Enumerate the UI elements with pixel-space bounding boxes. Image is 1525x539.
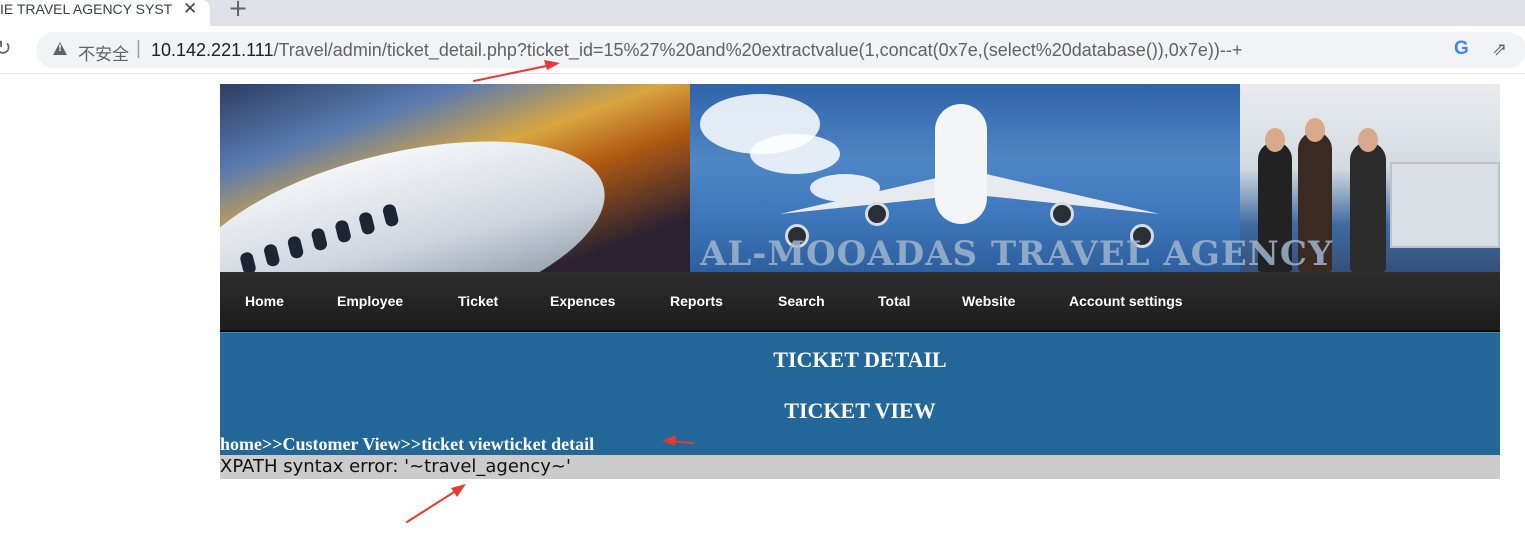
window-shape — [310, 227, 329, 252]
counter-shape — [1390, 162, 1500, 248]
nav-item-employee[interactable]: Employee — [337, 293, 403, 309]
browser-tab-strip: IE TRAVEL AGENCY SYST ✕ + — [0, 0, 1525, 26]
breadcrumb-separator: >> — [262, 434, 283, 454]
window-shape — [286, 235, 305, 260]
window-shape — [381, 203, 400, 228]
browser-toolbar: ↻ 不安全 | 10.142.221.111/Travel/admin/tick… — [0, 26, 1525, 74]
nav-item-ticket[interactable]: Ticket — [458, 293, 498, 309]
url-host: 10.142.221.111 — [151, 40, 274, 60]
breadcrumb-ticket-detail: ticket detail — [503, 434, 595, 454]
breadcrumb-separator: >> — [400, 434, 422, 454]
nav-item-website[interactable]: Website — [962, 293, 1015, 309]
error-message: XPATH syntax error: '~travel_agency~' — [220, 456, 571, 477]
person-head-shape — [1358, 128, 1378, 152]
person-head-shape — [1305, 118, 1325, 142]
nav-item-search[interactable]: Search — [778, 293, 825, 309]
close-icon[interactable]: ✕ — [183, 0, 197, 19]
page-container: AL-MOOADAS TRAVEL AGENCY Home Employee T… — [220, 84, 1500, 479]
banner-title: AL-MOOADAS TRAVEL AGENCY — [700, 234, 1334, 272]
person-head-shape — [1265, 128, 1285, 152]
header-banner: AL-MOOADAS TRAVEL AGENCY — [220, 84, 1500, 272]
airplane-body-shape — [935, 104, 987, 224]
breadcrumb-home[interactable]: home — [220, 434, 262, 454]
banner-photo-airplane-city — [220, 84, 690, 272]
window-shape — [334, 219, 353, 244]
url-text[interactable]: 10.142.221.111/Travel/admin/ticket_detai… — [151, 40, 1242, 61]
nav-item-total[interactable]: Total — [878, 293, 910, 309]
insecure-label[interactable]: 不安全 — [78, 40, 129, 65]
window-shape — [262, 243, 281, 268]
person-shape — [1350, 142, 1386, 272]
browser-tab[interactable]: IE TRAVEL AGENCY SYST ✕ — [0, 0, 210, 26]
annotation-arrowhead-error — [451, 484, 466, 497]
engine-shape — [865, 202, 889, 226]
url-separator: | — [136, 38, 141, 59]
share-icon[interactable]: ⇗ — [1492, 39, 1507, 60]
breadcrumb-customer-view[interactable]: Customer View — [283, 434, 401, 454]
new-tab-icon[interactable]: + — [228, 0, 248, 22]
page-title: TICKET DETAIL — [773, 347, 947, 372]
nav-item-home[interactable]: Home — [245, 293, 284, 309]
url-path: /Travel/admin/ticket_detail.php?ticket_i… — [273, 40, 1243, 60]
annotation-arrow-error — [406, 486, 463, 523]
breadcrumb: home>>Customer View>>ticket viewticket d… — [220, 434, 594, 455]
tab-title: IE TRAVEL AGENCY SYST — [0, 1, 173, 17]
nav-item-reports[interactable]: Reports — [670, 293, 723, 309]
google-icon[interactable]: G — [1454, 38, 1469, 60]
nav-item-account-settings[interactable]: Account settings — [1069, 293, 1183, 309]
error-output: XPATH syntax error: '~travel_agency~' — [220, 455, 1500, 479]
engine-shape — [1050, 202, 1074, 226]
window-shape — [357, 211, 376, 236]
content-panel: TICKET DETAIL TICKET VIEW home>>Customer… — [220, 332, 1500, 455]
section-title: TICKET VIEW — [784, 398, 936, 423]
nav-item-expences[interactable]: Expences — [550, 293, 615, 309]
window-shape — [239, 251, 257, 272]
reload-icon[interactable]: ↻ — [0, 36, 12, 60]
main-nav: Home Employee Ticket Expences Reports Se… — [220, 272, 1500, 332]
breadcrumb-ticket-view[interactable]: ticket view — [421, 434, 503, 454]
address-bar[interactable]: 不安全 | 10.142.221.111/Travel/admin/ticket… — [36, 32, 1525, 68]
cloud-shape — [750, 134, 840, 174]
airplane-fuselage-shape — [220, 104, 625, 272]
warning-icon[interactable] — [53, 42, 67, 55]
